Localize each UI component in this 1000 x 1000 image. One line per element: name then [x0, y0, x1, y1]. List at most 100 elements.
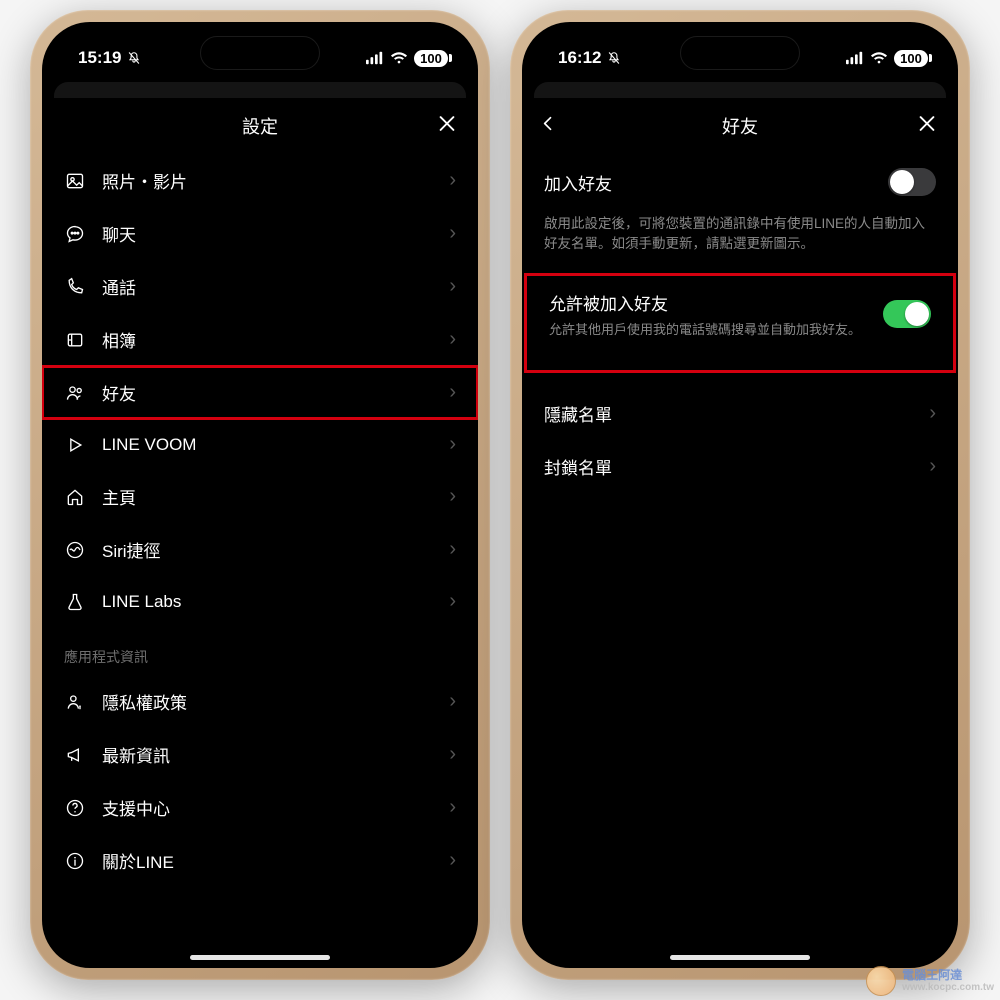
highlight-allow-added: 允許被加入好友 允許其他用戶使用我的電話號碼搜尋並自動加我好友。 [524, 273, 956, 373]
cellular-icon [846, 51, 864, 65]
row-label: Siri捷徑 [102, 537, 433, 562]
dynamic-island [680, 36, 800, 70]
friends-list: 加入好友 啟用此設定後，可將您裝置的通訊錄中有使用LINE的人自動加入好友名單。… [522, 154, 958, 493]
wifi-icon [870, 51, 888, 65]
nav-bar: 設定 [42, 98, 478, 154]
chat-icon [64, 224, 86, 244]
close-icon [436, 113, 458, 135]
watermark-avatar [866, 966, 896, 996]
back-button[interactable] [538, 114, 558, 139]
row-voom[interactable]: LINE VOOM › [42, 419, 478, 470]
row-label: 最新資訊 [102, 742, 433, 767]
chevron-right-icon: › [449, 743, 456, 766]
chevron-right-icon: › [449, 796, 456, 819]
add-friends-desc: 啟用此設定後，可將您裝置的通訊錄中有使用LINE的人自動加入好友名單。如須手動更… [522, 210, 958, 273]
battery-indicator: 100 [414, 50, 448, 67]
toggle-allow-added[interactable] [883, 300, 931, 328]
row-label: 通話 [102, 274, 433, 299]
row-hidden-list[interactable]: 隱藏名單 › [522, 387, 958, 440]
home-icon [64, 487, 86, 507]
close-button[interactable] [916, 111, 938, 142]
friends-icon [64, 383, 86, 403]
row-photo-video[interactable]: 照片・影片 › [42, 154, 478, 207]
settings-modal: 設定 照片・影片 › 聊天 › 通話 [42, 98, 478, 887]
siri-icon [64, 540, 86, 560]
chevron-right-icon: › [929, 402, 936, 425]
row-labs[interactable]: LINE Labs › [42, 576, 478, 627]
close-button[interactable] [436, 111, 458, 142]
screen-right: 16:12 100 好友 加入好友 [522, 22, 958, 968]
row-label: 好友 [102, 380, 433, 405]
home-indicator[interactable] [670, 955, 810, 960]
bell-off-icon [125, 51, 143, 65]
chevron-right-icon: › [449, 849, 456, 872]
status-time: 15:19 [78, 48, 121, 68]
row-support[interactable]: 支援中心 › [42, 781, 478, 834]
chevron-right-icon: › [449, 433, 456, 456]
section-app-info: 應用程式資訊 [42, 627, 478, 675]
row-label: 聊天 [102, 221, 433, 246]
row-add-friends[interactable]: 加入好友 [522, 154, 958, 210]
watermark-line2: www.kocpc.com.tw [902, 982, 994, 993]
toggle-add-friends[interactable] [888, 168, 936, 196]
row-allow-added[interactable]: 允許被加入好友 允許其他用戶使用我的電話號碼搜尋並自動加我好友。 [527, 276, 953, 344]
phone-right: 16:12 100 好友 加入好友 [510, 10, 970, 980]
row-siri[interactable]: Siri捷徑 › [42, 523, 478, 576]
watermark-line1: 電腦王阿達 [902, 969, 994, 982]
screen-left: 15:19 100 設定 照片・影片 › [42, 22, 478, 968]
row-blocked-list[interactable]: 封鎖名單 › [522, 440, 958, 493]
close-icon [916, 113, 938, 135]
watermark: 電腦王阿達 www.kocpc.com.tw [866, 966, 994, 996]
chevron-right-icon: › [449, 690, 456, 713]
wifi-icon [390, 51, 408, 65]
chevron-right-icon: › [929, 455, 936, 478]
row-label: 相簿 [102, 327, 433, 352]
chevron-right-icon: › [449, 222, 456, 245]
row-sublabel: 允許其他用戶使用我的電話號碼搜尋並自動加我好友。 [549, 319, 867, 338]
row-label: 封鎖名單 [544, 454, 913, 479]
row-chat[interactable]: 聊天 › [42, 207, 478, 260]
privacy-icon [64, 692, 86, 712]
row-label: 關於LINE [102, 848, 433, 873]
phone-icon [64, 277, 86, 297]
friends-modal: 好友 加入好友 啟用此設定後，可將您裝置的通訊錄中有使用LINE的人自動加入好友… [522, 98, 958, 493]
megaphone-icon [64, 745, 86, 765]
image-icon [64, 171, 86, 191]
chevron-right-icon: › [449, 485, 456, 508]
status-time: 16:12 [558, 48, 601, 68]
row-news[interactable]: 最新資訊 › [42, 728, 478, 781]
cellular-icon [366, 51, 384, 65]
row-label: 隱私權政策 [102, 689, 433, 714]
info-icon [64, 851, 86, 871]
phone-left: 15:19 100 設定 照片・影片 › [30, 10, 490, 980]
help-icon [64, 798, 86, 818]
row-label: 加入好友 [544, 170, 872, 195]
battery-indicator: 100 [894, 50, 928, 67]
nav-title: 好友 [722, 113, 758, 139]
home-indicator[interactable] [190, 955, 330, 960]
album-icon [64, 330, 86, 350]
chevron-right-icon: › [449, 590, 456, 613]
nav-title: 設定 [242, 113, 278, 139]
chevron-right-icon: › [449, 169, 456, 192]
row-label: 主頁 [102, 484, 433, 509]
chevron-left-icon [538, 114, 558, 134]
row-label: LINE VOOM [102, 435, 433, 455]
settings-list: 照片・影片 › 聊天 › 通話 › 相簿 › [42, 154, 478, 887]
row-album[interactable]: 相簿 › [42, 313, 478, 366]
flask-icon [64, 592, 86, 612]
row-label: 允許被加入好友 [549, 290, 867, 315]
nav-bar: 好友 [522, 98, 958, 154]
chevron-right-icon: › [449, 328, 456, 351]
row-label: LINE Labs [102, 592, 433, 612]
row-call[interactable]: 通話 › [42, 260, 478, 313]
row-about[interactable]: 關於LINE › [42, 834, 478, 887]
row-home[interactable]: 主頁 › [42, 470, 478, 523]
row-privacy[interactable]: 隱私權政策 › [42, 675, 478, 728]
play-icon [64, 435, 86, 455]
row-label: 隱藏名單 [544, 401, 913, 426]
row-friends[interactable]: 好友 › [42, 366, 478, 419]
chevron-right-icon: › [449, 381, 456, 404]
bell-off-icon [605, 51, 623, 65]
dynamic-island [200, 36, 320, 70]
